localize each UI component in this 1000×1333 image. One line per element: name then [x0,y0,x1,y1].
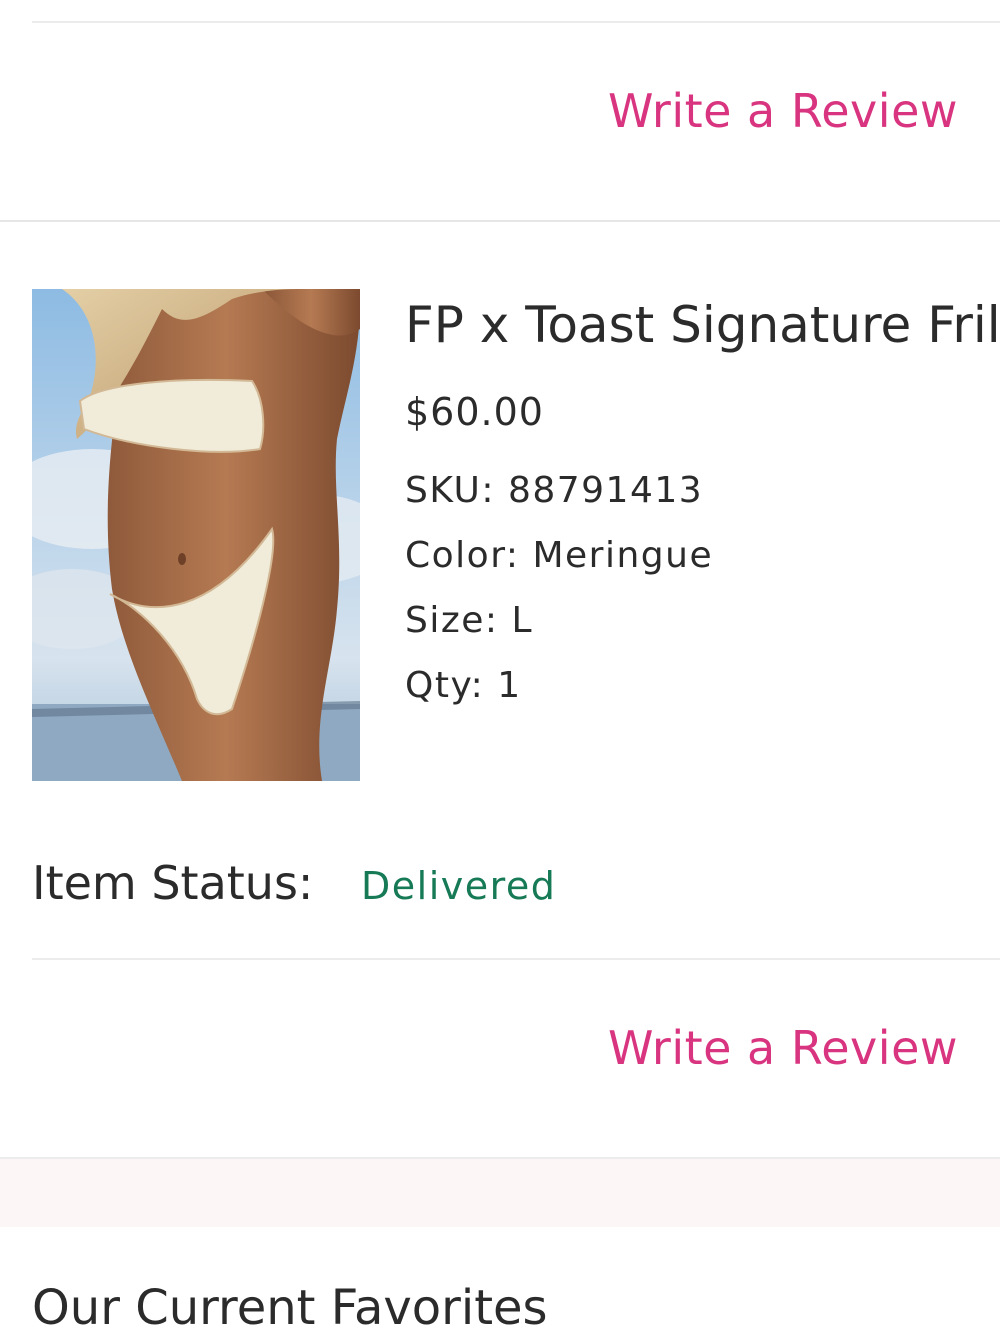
item-sku: SKU: 88791413 [405,470,703,511]
size-label: Size: [405,600,499,641]
color-value: Meringue [532,535,714,576]
favorites-heading: Our Current Favorites [32,1280,548,1333]
item-color: Color: Meringue [405,535,713,576]
product-image[interactable] [32,289,360,781]
top-divider [32,21,1000,23]
section-divider [0,220,1000,222]
item-status-label: Item Status: [32,856,314,910]
color-label: Color: [405,535,520,576]
item-title[interactable]: FP x Toast Signature Frill I [405,296,1000,354]
write-review-link-bottom[interactable]: Write a Review [608,1021,958,1075]
order-details-page: Write a Review FP x Toast Signature Fril… [0,0,1000,1333]
size-value: L [511,600,534,641]
item-status-value: Delivered [361,864,557,908]
write-review-link-top[interactable]: Write a Review [608,84,958,138]
item-size: Size: L [405,600,533,641]
section-separator-band [0,1159,1000,1227]
qty-label: Qty: [405,665,485,706]
qty-value: 1 [497,665,522,706]
status-divider [32,958,1000,960]
product-photo [32,289,360,781]
sku-value: 88791413 [507,470,704,511]
item-price: $60.00 [405,390,544,434]
item-quantity: Qty: 1 [405,665,522,706]
sku-label: SKU: [405,470,495,511]
